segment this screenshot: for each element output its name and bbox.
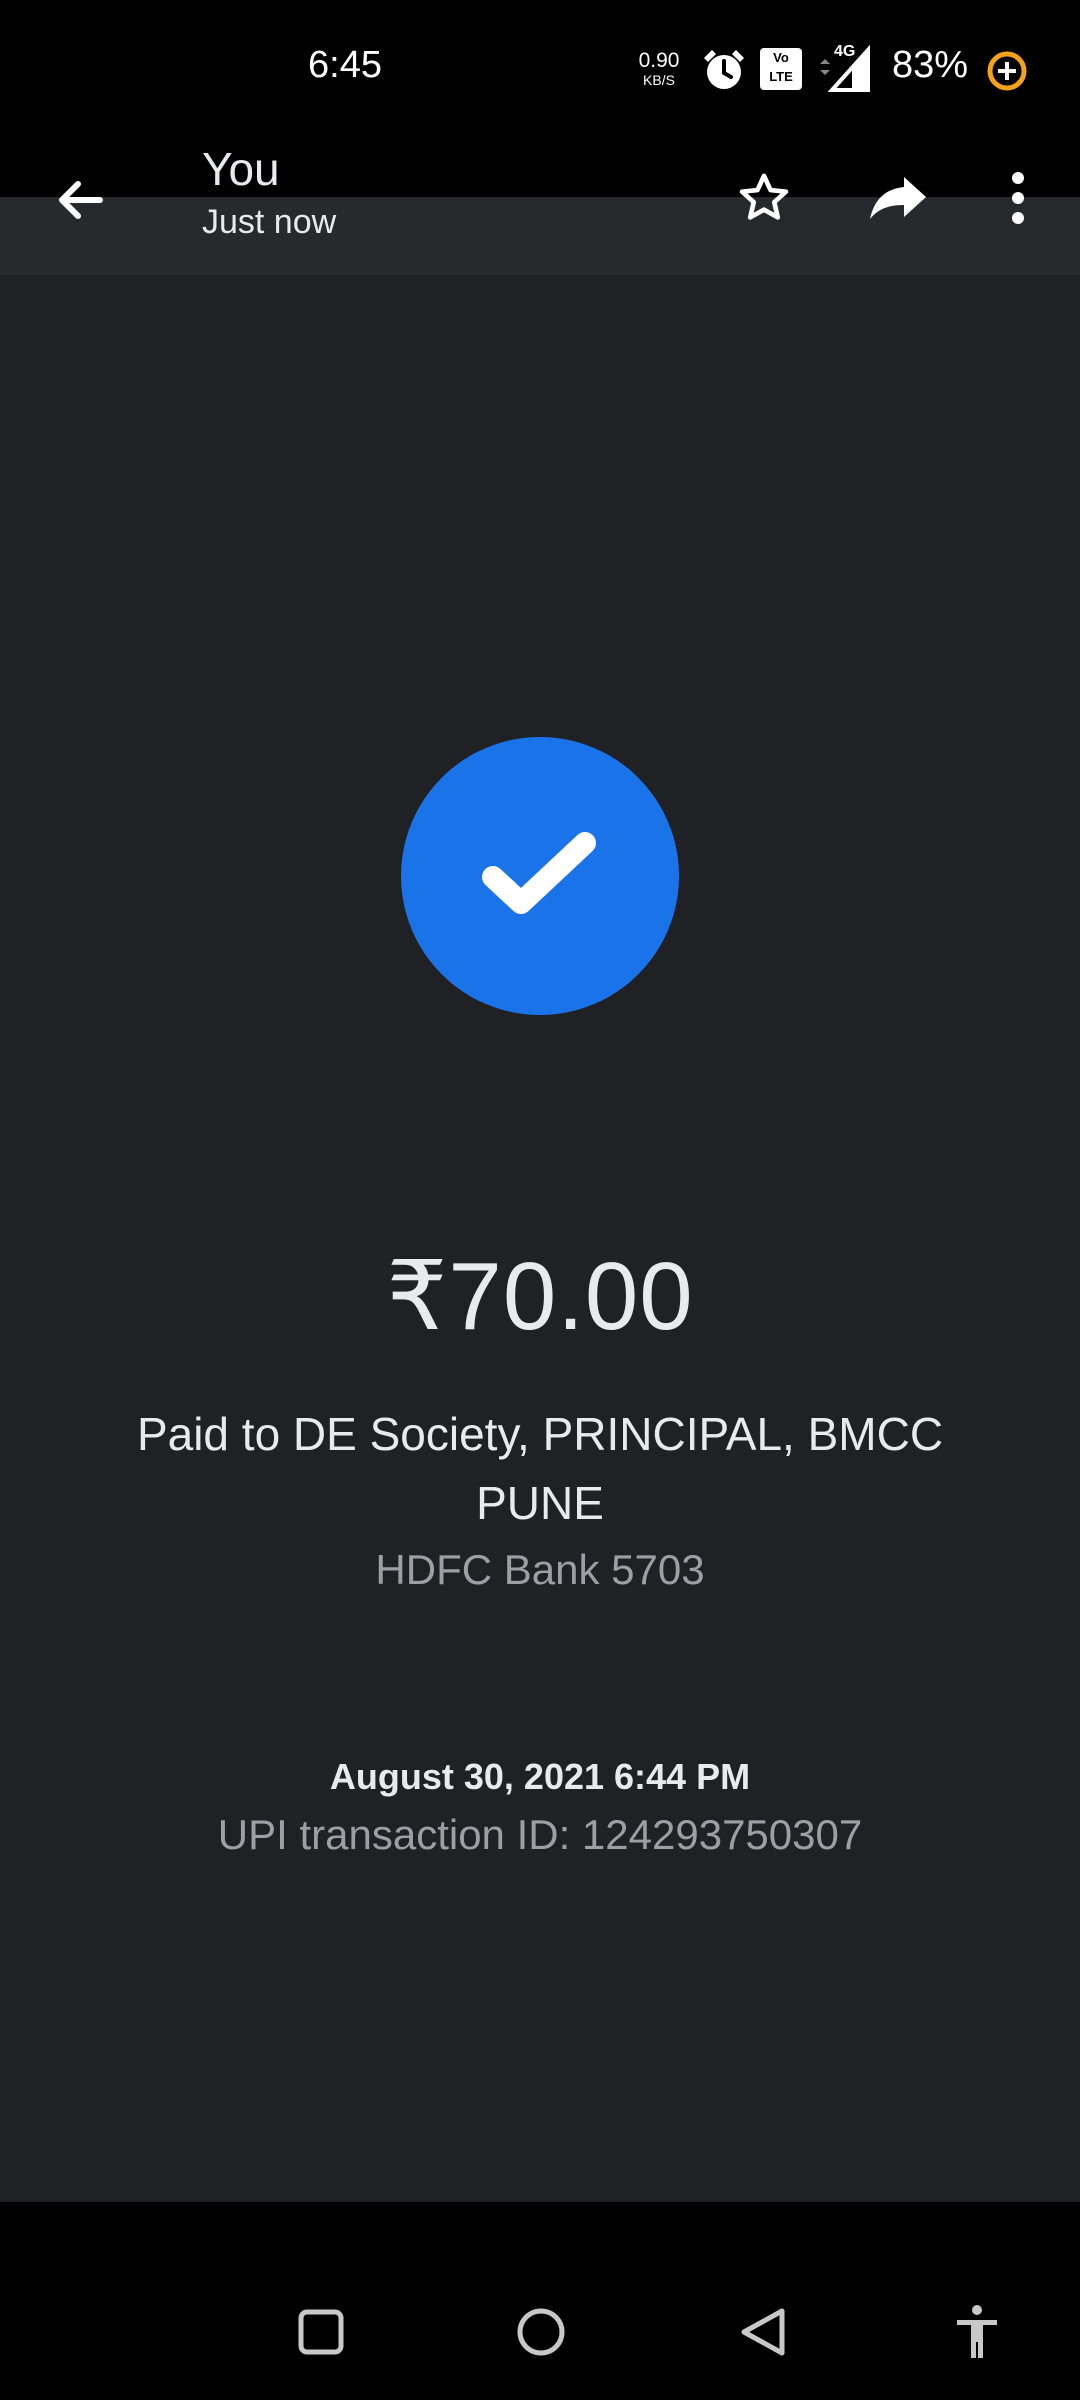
success-badge bbox=[401, 737, 679, 1015]
home-icon[interactable] bbox=[506, 2297, 576, 2367]
volte-icon: Vo LTE bbox=[760, 48, 802, 90]
battery-percent: 83% bbox=[892, 44, 969, 86]
payment-datetime: August 30, 2021 6:44 PM bbox=[329, 1756, 751, 1797]
transaction-id: UPI transaction ID: 124293750307 bbox=[217, 1811, 863, 1858]
recents-icon[interactable] bbox=[286, 2297, 356, 2367]
back-icon[interactable] bbox=[728, 2297, 798, 2367]
star-icon[interactable] bbox=[722, 156, 806, 240]
battery-icon bbox=[986, 50, 1028, 97]
bank-account: HDFC Bank 5703 bbox=[375, 1546, 705, 1593]
payee-name: Paid to DE Society, PRINCIPAL, BMCC PUNE bbox=[136, 1408, 944, 1529]
accessibility-icon[interactable] bbox=[942, 2297, 1012, 2367]
page-title: You bbox=[202, 143, 280, 195]
signal-icon: 4G bbox=[816, 40, 876, 99]
network-speed-value: 0.90 bbox=[638, 49, 680, 72]
network-speed: 0.90 KB/S bbox=[632, 50, 686, 87]
check-icon bbox=[482, 832, 596, 914]
page-subtitle: Just now bbox=[202, 203, 337, 241]
share-icon[interactable] bbox=[856, 156, 940, 240]
payment-amount: ₹70.00 bbox=[386, 1243, 694, 1350]
more-vert-icon[interactable] bbox=[978, 156, 1058, 240]
network-type-label: 4G bbox=[834, 43, 855, 60]
network-speed-unit: KB/S bbox=[643, 72, 675, 88]
alarm-icon bbox=[700, 46, 748, 99]
back-arrow-icon[interactable] bbox=[40, 160, 120, 240]
status-time: 6:45 bbox=[308, 44, 382, 86]
